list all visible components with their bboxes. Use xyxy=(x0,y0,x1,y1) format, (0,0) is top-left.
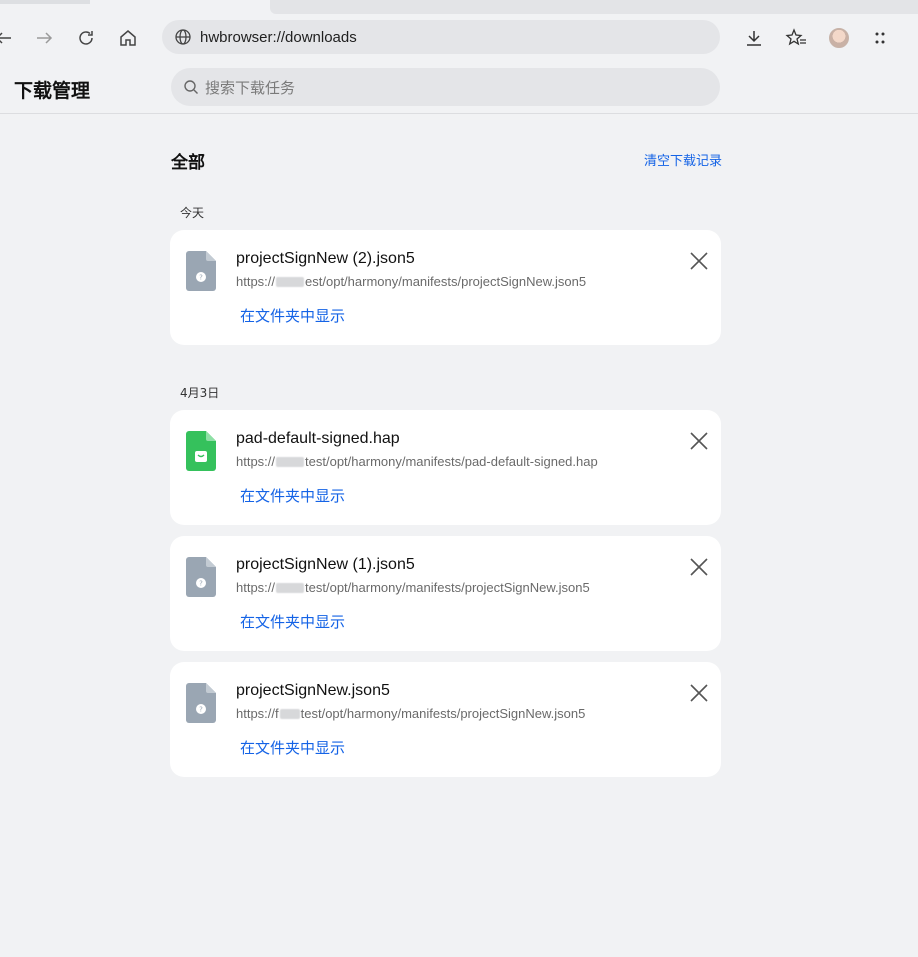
url-prefix: https:// xyxy=(236,454,276,469)
file-url: https:// test/opt/harmony/manifests/proje… xyxy=(236,580,590,595)
url-suffix: est/opt/harmony/manifests/projectSignNew… xyxy=(305,274,587,289)
close-icon[interactable] xyxy=(688,682,710,704)
json-file-icon: ? xyxy=(186,251,216,291)
back-button[interactable] xyxy=(0,24,18,52)
file-url: https://f test/opt/harmony/manifests/proj… xyxy=(236,706,585,721)
forward-button[interactable] xyxy=(30,24,58,52)
url-suffix: test/opt/harmony/manifests/projectSignNe… xyxy=(305,580,590,595)
date-label: 4月3日 xyxy=(180,386,220,400)
download-item[interactable]: ? projectSignNew (1).json5 https:// test/… xyxy=(170,536,721,651)
favorites-icon xyxy=(785,28,806,46)
svg-text:?: ? xyxy=(199,274,203,282)
address-bar[interactable]: hwbrowser://downloads xyxy=(162,20,720,54)
url-prefix: https://f xyxy=(236,706,279,721)
tab-strip xyxy=(0,0,918,14)
downloads-button[interactable] xyxy=(740,24,768,52)
download-item[interactable]: pad-default-signed.hap https:// test/opt/… xyxy=(170,410,721,525)
url-prefix: https:// xyxy=(236,580,276,595)
section-title: 全部 xyxy=(171,153,205,173)
tab-bar-background xyxy=(270,0,918,14)
show-in-folder-link[interactable]: 在文件夹中显示 xyxy=(240,305,345,326)
back-icon xyxy=(0,32,11,44)
file-name: projectSignNew (1).json5 xyxy=(236,556,415,573)
close-icon[interactable] xyxy=(688,556,710,578)
url-suffix: test/opt/harmony/manifests/pad-default-s… xyxy=(305,454,598,469)
url-prefix: https:// xyxy=(236,274,276,289)
svg-text:?: ? xyxy=(199,706,203,714)
search-placeholder[interactable]: 搜索下载任务 xyxy=(205,77,295,98)
file-url: https:// est/opt/harmony/manifests/projec… xyxy=(236,274,586,289)
home-icon xyxy=(120,30,136,46)
file-name: projectSignNew (2).json5 xyxy=(236,250,415,267)
forward-icon xyxy=(37,32,53,44)
section-header: 全部 清空下载记录 xyxy=(171,148,722,173)
json-file-icon: ? xyxy=(186,683,216,723)
redacted-host xyxy=(276,583,305,593)
home-button[interactable] xyxy=(114,24,142,52)
more-icon xyxy=(875,32,885,44)
reload-icon xyxy=(79,31,93,45)
reload-button[interactable] xyxy=(72,24,100,52)
globe-icon xyxy=(175,29,191,45)
more-button[interactable] xyxy=(866,24,894,52)
redacted-host xyxy=(276,457,305,467)
page-title: 下载管理 xyxy=(14,80,91,102)
date-label: 今天 xyxy=(180,206,205,220)
avatar xyxy=(829,28,849,48)
url-suffix: test/opt/harmony/manifests/projectSignNe… xyxy=(300,706,586,721)
close-icon[interactable] xyxy=(688,250,710,272)
search-input[interactable]: 搜索下载任务 xyxy=(171,68,720,106)
file-name: pad-default-signed.hap xyxy=(236,430,400,447)
active-tab-fragment[interactable] xyxy=(0,0,90,4)
download-icon xyxy=(747,31,761,46)
address-url[interactable]: hwbrowser://downloads xyxy=(200,29,357,46)
show-in-folder-link[interactable]: 在文件夹中显示 xyxy=(240,485,345,506)
clear-history-link[interactable]: 清空下载记录 xyxy=(644,150,722,169)
redacted-host xyxy=(279,709,300,719)
redacted-host xyxy=(276,277,305,287)
file-name: projectSignNew.json5 xyxy=(236,682,390,699)
close-icon[interactable] xyxy=(688,430,710,452)
profile-button[interactable] xyxy=(825,24,853,52)
download-item[interactable]: ? projectSignNew (2).json5 https:// est/o… xyxy=(170,230,721,345)
hap-file-icon xyxy=(186,431,216,471)
json-file-icon: ? xyxy=(186,557,216,597)
browser-toolbar: hwbrowser://downloads xyxy=(0,14,918,62)
search-icon xyxy=(184,80,198,94)
file-url: https:// test/opt/harmony/manifests/pad-d… xyxy=(236,454,598,469)
download-item[interactable]: ? projectSignNew.json5 https://f test/opt… xyxy=(170,662,721,777)
favorites-button[interactable] xyxy=(782,24,810,52)
show-in-folder-link[interactable]: 在文件夹中显示 xyxy=(240,611,345,632)
show-in-folder-link[interactable]: 在文件夹中显示 xyxy=(240,737,345,758)
svg-text:?: ? xyxy=(199,580,203,588)
downloads-header: 下载管理 搜索下载任务 xyxy=(0,62,918,114)
